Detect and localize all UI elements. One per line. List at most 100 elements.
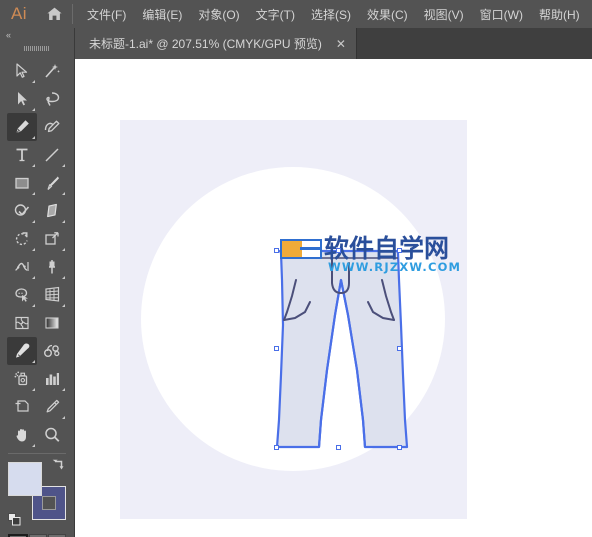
menu-file[interactable]: 文件(F) bbox=[79, 2, 134, 27]
artboard-tool[interactable] bbox=[7, 393, 37, 421]
gradient-tool[interactable] bbox=[37, 309, 67, 337]
selection-handle-bottom-left[interactable] bbox=[274, 445, 279, 450]
swap-fill-stroke-button[interactable] bbox=[52, 458, 66, 472]
menu-type[interactable]: 文字(T) bbox=[248, 2, 303, 27]
flyout-corner-icon bbox=[62, 164, 65, 167]
magnifier-icon bbox=[45, 427, 60, 442]
fill-stroke-controls bbox=[8, 458, 66, 532]
paintbrush-icon bbox=[47, 176, 59, 190]
flyout-corner-icon bbox=[32, 388, 35, 391]
selection-arrow-icon bbox=[16, 63, 28, 78]
flyout-corner-icon bbox=[62, 276, 65, 279]
rectangle-tool[interactable] bbox=[7, 169, 37, 197]
perspective-grid-icon bbox=[45, 286, 60, 302]
selection-handle-mid-right[interactable] bbox=[397, 346, 402, 351]
flyout-corner-icon bbox=[32, 108, 35, 111]
shape-builder-tool[interactable] bbox=[7, 281, 37, 309]
lasso-tool[interactable] bbox=[37, 85, 67, 113]
menu-help[interactable]: 帮助(H) bbox=[531, 2, 588, 27]
selection-handle-bottom-right[interactable] bbox=[397, 445, 402, 450]
home-button[interactable] bbox=[38, 0, 70, 28]
default-fill-stroke-button[interactable] bbox=[8, 513, 21, 526]
toolbar-divider bbox=[8, 453, 66, 454]
free-transform-tool[interactable] bbox=[37, 253, 67, 281]
curvature-tool[interactable] bbox=[37, 113, 67, 141]
grip-dots-icon bbox=[24, 46, 50, 51]
selection-handle-top-right[interactable] bbox=[397, 248, 402, 253]
magic-wand-icon bbox=[45, 64, 60, 78]
menu-effect[interactable]: 效果(C) bbox=[359, 2, 416, 27]
flyout-corner-icon bbox=[32, 276, 35, 279]
direct-selection-arrow-icon bbox=[18, 92, 27, 106]
hand-icon bbox=[16, 429, 26, 442]
flyout-corner-icon bbox=[32, 360, 35, 363]
paintbrush-tool[interactable] bbox=[37, 169, 67, 197]
document-tab-title: 未标题-1.ai* @ 207.51% (CMYK/GPU 预览) bbox=[89, 37, 322, 51]
mesh-tool[interactable] bbox=[7, 309, 37, 337]
flyout-corner-icon bbox=[32, 136, 35, 139]
menu-select[interactable]: 选择(S) bbox=[303, 2, 359, 27]
menu-window[interactable]: 窗口(W) bbox=[472, 2, 531, 27]
shaper-tool[interactable] bbox=[7, 197, 37, 225]
app-logo: Ai bbox=[0, 0, 38, 28]
flyout-corner-icon bbox=[62, 388, 65, 391]
blend-tool[interactable] bbox=[37, 337, 67, 365]
panel-drag-handle[interactable] bbox=[0, 42, 74, 55]
menu-object[interactable]: 对象(O) bbox=[190, 2, 247, 27]
symbol-sprayer-tool[interactable] bbox=[7, 365, 37, 393]
pen-tool[interactable] bbox=[7, 113, 37, 141]
hand-tool[interactable] bbox=[7, 421, 37, 449]
selection-handle-bottom-center[interactable] bbox=[335, 445, 341, 450]
document-tab[interactable]: 未标题-1.ai* @ 207.51% (CMYK/GPU 预览) ✕ bbox=[75, 28, 357, 59]
rectangle-icon bbox=[15, 177, 29, 189]
selection-handle-mid-left[interactable] bbox=[274, 346, 279, 351]
width-icon bbox=[15, 262, 29, 271]
flyout-corner-icon bbox=[62, 192, 65, 195]
scale-tool[interactable] bbox=[37, 225, 67, 253]
flyout-corner-icon bbox=[32, 304, 35, 307]
type-tool[interactable] bbox=[7, 141, 37, 169]
flyout-corner-icon bbox=[32, 444, 35, 447]
flyout-corner-icon bbox=[32, 164, 35, 167]
flyout-corner-icon bbox=[32, 192, 35, 195]
app-logo-text: Ai bbox=[10, 4, 28, 23]
menu-divider bbox=[72, 4, 73, 24]
eraser-tool[interactable] bbox=[37, 197, 67, 225]
rotate-tool[interactable] bbox=[7, 225, 37, 253]
lasso-icon bbox=[46, 92, 60, 106]
eraser-icon bbox=[47, 203, 57, 218]
fill-swatch[interactable] bbox=[8, 462, 42, 496]
shape-builder-icon bbox=[15, 288, 28, 302]
pen-nib-icon bbox=[16, 120, 29, 134]
line-segment-tool[interactable] bbox=[37, 141, 67, 169]
pants-illustration[interactable] bbox=[120, 120, 467, 519]
collapse-panel-button[interactable]: « bbox=[0, 28, 74, 42]
menu-bar: Ai 文件(F) 编辑(E) 对象(O) 文字(T) 选择(S) 效果(C) 视… bbox=[0, 0, 592, 28]
selection-handle-top-left[interactable] bbox=[274, 248, 279, 253]
canvas-area[interactable]: 软件自学网 WWW.RJZXW.COM bbox=[75, 59, 592, 537]
magic-wand-tool[interactable] bbox=[37, 57, 67, 85]
menu-edit[interactable]: 编辑(E) bbox=[134, 2, 190, 27]
width-tool[interactable] bbox=[7, 253, 37, 281]
stroke-swatch-inner bbox=[42, 496, 56, 510]
flyout-corner-icon bbox=[32, 220, 35, 223]
flyout-corner-icon bbox=[62, 304, 65, 307]
line-icon bbox=[45, 148, 59, 162]
curvature-pen-icon bbox=[44, 120, 60, 133]
selection-tool[interactable] bbox=[7, 57, 37, 85]
eyedropper-tool[interactable] bbox=[7, 337, 37, 365]
direct-selection-tool[interactable] bbox=[7, 85, 37, 113]
zoom-tool[interactable] bbox=[37, 421, 67, 449]
selection-handle-top-center[interactable] bbox=[335, 248, 341, 253]
symbol-sprayer-icon bbox=[14, 371, 28, 386]
close-icon[interactable]: ✕ bbox=[334, 37, 348, 51]
perspective-grid-tool[interactable] bbox=[37, 281, 67, 309]
flyout-corner-icon bbox=[62, 220, 65, 223]
tool-grid bbox=[0, 55, 74, 449]
menu-view[interactable]: 视图(V) bbox=[416, 2, 472, 27]
slice-tool[interactable] bbox=[37, 393, 67, 421]
artboard[interactable]: 软件自学网 WWW.RJZXW.COM bbox=[120, 120, 467, 519]
gradient-icon bbox=[45, 317, 59, 329]
free-transform-pin-icon bbox=[49, 260, 55, 274]
column-graph-tool[interactable] bbox=[37, 365, 67, 393]
